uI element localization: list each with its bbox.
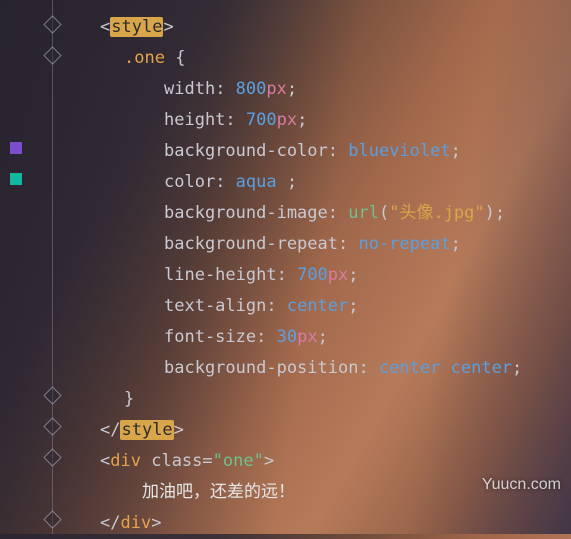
keyword: no-repeat — [358, 234, 450, 254]
keyword: blueviolet — [348, 141, 450, 161]
tag-name: div — [110, 451, 141, 471]
fold-marker-icon[interactable] — [43, 417, 61, 435]
tag-name: div — [120, 513, 151, 533]
number: 30 — [277, 327, 297, 347]
bracket: </ — [100, 420, 120, 440]
code-line[interactable]: background-image: url("头像.jpg"); — [100, 198, 571, 229]
css-property: font-size — [164, 327, 256, 347]
gutter — [0, 0, 60, 534]
number: 700 — [297, 265, 328, 285]
fold-marker-icon[interactable] — [43, 448, 61, 466]
css-property: width — [164, 79, 215, 99]
bracket: > — [163, 17, 173, 37]
selector: .one — [124, 48, 165, 68]
code-line[interactable]: <div class="one"> — [100, 446, 571, 477]
text-node: 加油吧，还差的远！ — [142, 482, 295, 502]
bracket: < — [100, 451, 110, 471]
unit: px — [328, 265, 348, 285]
code-line[interactable]: background-color: blueviolet; — [100, 136, 571, 167]
code-line[interactable]: </style> — [100, 415, 571, 446]
number: 700 — [246, 110, 277, 130]
keyword: center — [379, 358, 440, 378]
css-property: height — [164, 110, 225, 130]
code-line[interactable]: <style> — [100, 12, 571, 43]
bracket: > — [151, 513, 161, 533]
gutter-marker-purple-icon[interactable] — [10, 142, 22, 154]
number: 800 — [236, 79, 267, 99]
function: url — [348, 203, 379, 223]
code-line[interactable]: font-size: 30px; — [100, 322, 571, 353]
tag-name: style — [110, 17, 163, 37]
code-line[interactable]: width: 800px; — [100, 74, 571, 105]
code-line[interactable]: } — [100, 384, 571, 415]
keyword: aqua — [236, 172, 287, 192]
gutter-marker-teal-icon[interactable] — [10, 173, 22, 185]
fold-marker-icon[interactable] — [43, 510, 61, 528]
css-property: background-repeat — [164, 234, 338, 254]
code-line[interactable]: line-height: 700px; — [100, 260, 571, 291]
keyword: center — [287, 296, 348, 316]
watermark: Yuucn.com — [482, 476, 561, 494]
bracket: </ — [100, 513, 120, 533]
fold-marker-icon[interactable] — [43, 386, 61, 404]
css-property: color — [164, 172, 215, 192]
attr-name: class — [151, 451, 202, 471]
attr-value: "one" — [213, 451, 264, 471]
bracket: > — [264, 451, 274, 471]
code-line[interactable]: .one { — [100, 43, 571, 74]
bracket: < — [100, 17, 110, 37]
tag-name: style — [120, 420, 173, 440]
code-line[interactable]: text-align: center; — [100, 291, 571, 322]
css-property: background-image — [164, 203, 328, 223]
code-line[interactable]: height: 700px; — [100, 105, 571, 136]
string: "头像.jpg" — [389, 203, 484, 223]
css-property: line-height — [164, 265, 277, 285]
unit: px — [297, 327, 317, 347]
unit: px — [266, 79, 286, 99]
code-line[interactable]: background-position: center center; — [100, 353, 571, 384]
css-property: background-color — [164, 141, 328, 161]
unit: px — [277, 110, 297, 130]
brace: } — [124, 389, 134, 409]
css-property: text-align — [164, 296, 266, 316]
code-line[interactable]: color: aqua ; — [100, 167, 571, 198]
bracket: > — [174, 420, 184, 440]
code-editor[interactable]: <style> .one { width: 800px; height: 700… — [0, 0, 571, 534]
fold-marker-icon[interactable] — [43, 46, 61, 64]
brace: { — [165, 48, 185, 68]
keyword: center — [451, 358, 512, 378]
code-line[interactable]: </div> — [100, 508, 571, 539]
code-line[interactable]: background-repeat: no-repeat; — [100, 229, 571, 260]
css-property: background-position — [164, 358, 358, 378]
code-area[interactable]: <style> .one { width: 800px; height: 700… — [60, 0, 571, 534]
fold-marker-icon[interactable] — [43, 15, 61, 33]
